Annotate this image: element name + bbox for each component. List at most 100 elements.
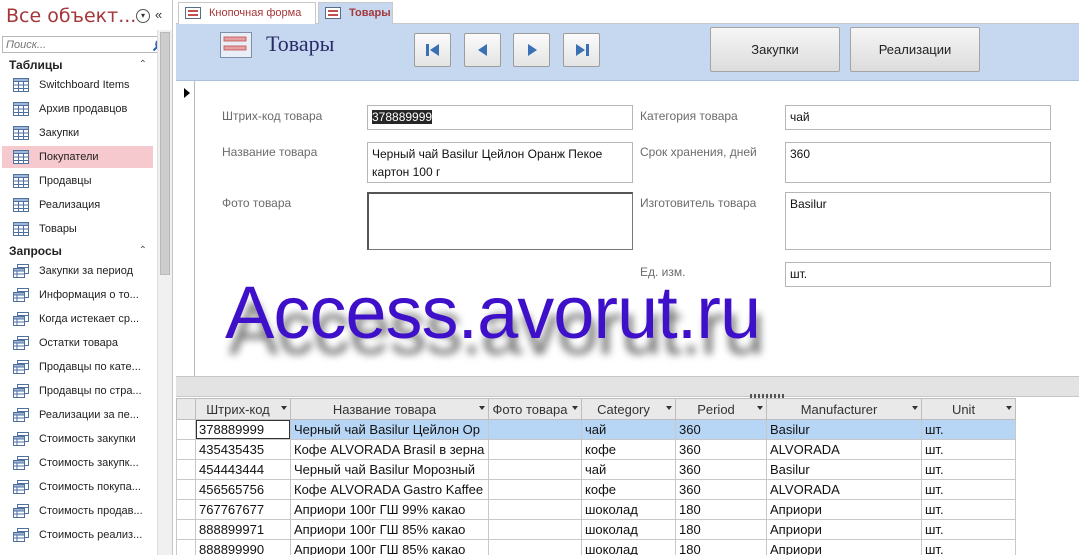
table-cell[interactable]: шт. bbox=[921, 479, 1016, 500]
barcode-field[interactable]: 378889999 bbox=[367, 105, 633, 130]
purchases-button[interactable]: Закупки bbox=[710, 27, 840, 72]
table-cell[interactable]: Априори 100г ГШ 85% какао bbox=[290, 519, 489, 540]
table-cell[interactable]: 360 bbox=[675, 479, 767, 500]
nav-item[interactable]: Стоимость реализ... bbox=[2, 524, 153, 546]
table-cell[interactable]: Априори 100г ГШ 85% какао bbox=[290, 539, 489, 555]
table-cell[interactable]: кофе bbox=[581, 439, 676, 460]
sort-dropdown-icon[interactable] bbox=[666, 406, 672, 410]
table-cell[interactable] bbox=[488, 539, 582, 555]
collapse-pane-icon[interactable]: « bbox=[155, 7, 162, 22]
table-cell[interactable]: шт. bbox=[921, 419, 1016, 440]
nav-item[interactable]: Товары bbox=[2, 218, 153, 240]
table-cell[interactable]: шоколад bbox=[581, 539, 676, 555]
column-header[interactable]: Period bbox=[675, 398, 767, 420]
previous-record-button[interactable] bbox=[464, 33, 501, 67]
row-selector[interactable] bbox=[176, 519, 196, 540]
table-cell[interactable] bbox=[488, 519, 582, 540]
table-cell[interactable]: Кофе ALVORADA Gastro Kaffee bbox=[290, 479, 489, 500]
sort-dropdown-icon[interactable] bbox=[479, 406, 485, 410]
split-form-splitter[interactable] bbox=[176, 376, 1079, 398]
table-cell[interactable]: шт. bbox=[921, 439, 1016, 460]
table-cell[interactable]: 180 bbox=[675, 539, 767, 555]
table-row[interactable]: 456565756 Кофе ALVORADA Gastro Kaffee кофе… bbox=[176, 479, 1016, 500]
row-selector[interactable] bbox=[176, 439, 196, 460]
table-cell[interactable]: Basilur bbox=[766, 419, 922, 440]
nav-menu-dropdown-icon[interactable]: ▾ bbox=[136, 9, 150, 23]
table-cell[interactable]: 456565756 bbox=[195, 479, 291, 500]
nav-scrollbar-thumb[interactable] bbox=[160, 32, 170, 275]
table-cell[interactable]: 888899971 bbox=[195, 519, 291, 540]
table-cell[interactable]: Априори bbox=[766, 499, 922, 520]
nav-item[interactable]: Архив продавцов bbox=[2, 98, 153, 120]
tab-switchboard-form[interactable]: Кнопочная форма bbox=[178, 2, 316, 24]
table-cell[interactable]: шоколад bbox=[581, 519, 676, 540]
sort-dropdown-icon[interactable] bbox=[1006, 406, 1012, 410]
column-header[interactable]: Unit bbox=[921, 398, 1016, 420]
column-header[interactable]: Штрих-код bbox=[195, 398, 291, 420]
table-cell[interactable]: шт. bbox=[921, 459, 1016, 480]
nav-group-header[interactable]: Таблицы ⌃ bbox=[0, 56, 155, 74]
nav-item[interactable]: Остатки товара bbox=[2, 332, 153, 354]
last-record-button[interactable] bbox=[563, 33, 600, 67]
table-cell[interactable]: Априори bbox=[766, 519, 922, 540]
nav-group-header[interactable]: Запросы ⌃ bbox=[0, 242, 155, 260]
chevron-up-icon[interactable]: ⌃ bbox=[139, 242, 147, 260]
chevron-up-icon[interactable]: ⌃ bbox=[139, 56, 147, 74]
table-cell[interactable]: чай bbox=[581, 419, 676, 440]
nav-item[interactable]: Стоимость закупки bbox=[2, 428, 153, 450]
table-cell[interactable]: 435435435 bbox=[195, 439, 291, 460]
table-cell[interactable]: 360 bbox=[675, 459, 767, 480]
unit-field[interactable]: шт. bbox=[785, 262, 1051, 287]
table-row[interactable]: 378889999 Черный чай Basilur Цейлон Ор чай… bbox=[176, 419, 1016, 440]
table-cell[interactable]: 888899990 bbox=[195, 539, 291, 555]
table-cell[interactable]: шт. bbox=[921, 519, 1016, 540]
table-cell[interactable]: Кофе ALVORADA Brasil в зерна bbox=[290, 439, 489, 460]
nav-item[interactable]: Стоимость продав... bbox=[2, 500, 153, 522]
sort-dropdown-icon[interactable] bbox=[757, 406, 763, 410]
nav-item[interactable]: Когда истекает ср... bbox=[2, 308, 153, 330]
nav-item[interactable]: Информация о то... bbox=[2, 284, 153, 306]
table-cell[interactable]: 360 bbox=[675, 439, 767, 460]
table-row[interactable]: 767767677 Априори 100г ГШ 99% какао шокола… bbox=[176, 499, 1016, 520]
nav-item[interactable]: Стоимость покупа... bbox=[2, 476, 153, 498]
row-selector[interactable] bbox=[176, 419, 196, 440]
row-selector[interactable] bbox=[176, 479, 196, 500]
table-cell[interactable]: 378889999 bbox=[195, 419, 291, 440]
nav-search-input[interactable] bbox=[3, 37, 149, 53]
row-selector[interactable] bbox=[176, 499, 196, 520]
select-all-cell[interactable] bbox=[176, 398, 196, 420]
table-cell[interactable] bbox=[488, 419, 582, 440]
table-cell[interactable]: 454443444 bbox=[195, 459, 291, 480]
table-cell[interactable]: 767767677 bbox=[195, 499, 291, 520]
table-cell[interactable] bbox=[488, 499, 582, 520]
first-record-button[interactable] bbox=[414, 33, 451, 67]
nav-item[interactable]: Закупки за период bbox=[2, 260, 153, 282]
nav-search-box[interactable] bbox=[2, 36, 169, 53]
nav-item[interactable]: Реализации за пе... bbox=[2, 404, 153, 426]
manufacturer-field[interactable]: Basilur bbox=[785, 192, 1051, 250]
table-cell[interactable]: шт. bbox=[921, 539, 1016, 555]
column-header[interactable]: Category bbox=[581, 398, 676, 420]
photo-field[interactable] bbox=[367, 192, 633, 250]
table-cell[interactable]: Априори bbox=[766, 539, 922, 555]
table-row[interactable]: 888899971 Априори 100г ГШ 85% какао шокола… bbox=[176, 519, 1016, 540]
table-cell[interactable]: кофе bbox=[581, 479, 676, 500]
column-header[interactable]: Фото товара bbox=[488, 398, 582, 420]
nav-item[interactable]: Покупатели bbox=[2, 146, 153, 168]
nav-item[interactable]: Закупки bbox=[2, 122, 153, 144]
category-field[interactable]: чай bbox=[785, 105, 1051, 130]
nav-item[interactable]: Стоимость закупк... bbox=[2, 452, 153, 474]
table-row[interactable]: 435435435 Кофе ALVORADA Brasil в зерна коф… bbox=[176, 439, 1016, 460]
table-cell[interactable]: шоколад bbox=[581, 499, 676, 520]
table-cell[interactable]: Черный чай Basilur Цейлон Ор bbox=[290, 419, 489, 440]
row-selector[interactable] bbox=[176, 539, 196, 555]
table-cell[interactable]: 180 bbox=[675, 499, 767, 520]
tab-products-form[interactable]: Товары bbox=[318, 2, 393, 24]
table-row[interactable]: 454443444 Черный чай Basilur Морозный чай 3… bbox=[176, 459, 1016, 480]
table-cell[interactable]: чай bbox=[581, 459, 676, 480]
nav-item[interactable]: Продавцы по стра... bbox=[2, 380, 153, 402]
record-selector[interactable] bbox=[176, 81, 195, 376]
product-name-field[interactable]: Черный чай Basilur Цейлон Оранж Пекое ка… bbox=[367, 142, 633, 183]
table-cell[interactable] bbox=[488, 439, 582, 460]
sort-dropdown-icon[interactable] bbox=[572, 406, 578, 410]
